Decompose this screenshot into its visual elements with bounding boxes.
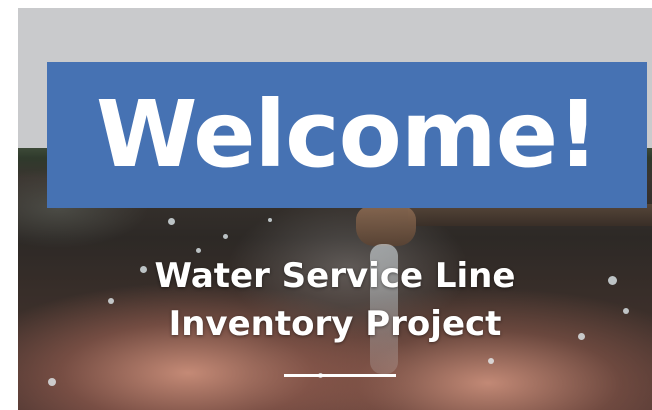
page: Welcome! Water Service Line Inventory Pr… [0,0,652,410]
water-droplet [48,378,56,386]
title-divider [284,374,396,377]
welcome-banner: Welcome! [47,62,647,208]
water-droplet [268,218,272,222]
water-droplet [488,358,494,364]
faucet-icon [356,206,416,246]
water-droplet [223,234,228,239]
water-droplet [168,218,175,225]
project-title: Water Service Line Inventory Project [18,252,652,348]
project-title-line-1: Water Service Line [154,256,516,296]
project-title-line-2: Inventory Project [168,304,502,344]
welcome-heading: Welcome! [95,81,599,188]
